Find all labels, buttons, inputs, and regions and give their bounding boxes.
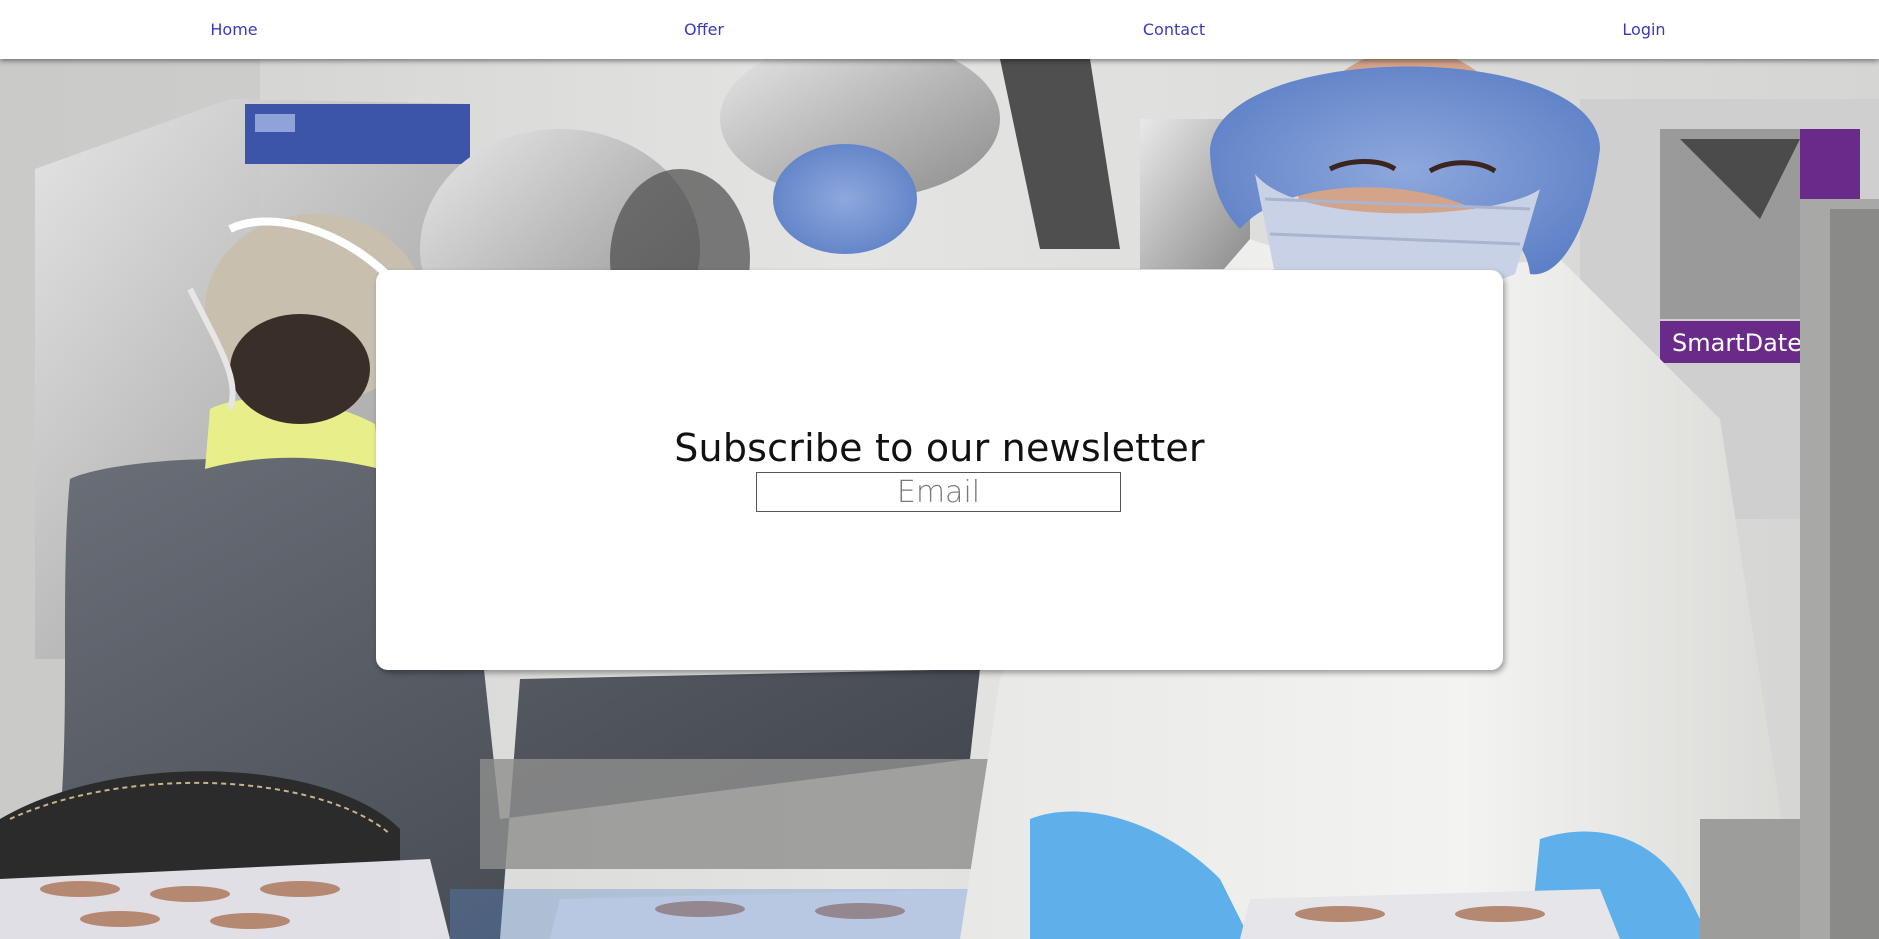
nav-contact-link[interactable]: Contact: [1074, 0, 1274, 59]
email-input[interactable]: [756, 472, 1121, 512]
newsletter-card: Subscribe to our newsletter: [376, 270, 1503, 670]
newsletter-title: Subscribe to our newsletter: [674, 426, 1205, 470]
photo-sign-text: SmartDate: [1672, 329, 1802, 357]
page: Home Offer Contact Login SmartDate Subsc…: [0, 0, 1879, 939]
top-navbar: Home Offer Contact Login: [0, 0, 1879, 59]
nav-login-link[interactable]: Login: [1544, 0, 1744, 59]
nav-home-link[interactable]: Home: [134, 0, 334, 59]
nav-offer-link[interactable]: Offer: [604, 0, 804, 59]
